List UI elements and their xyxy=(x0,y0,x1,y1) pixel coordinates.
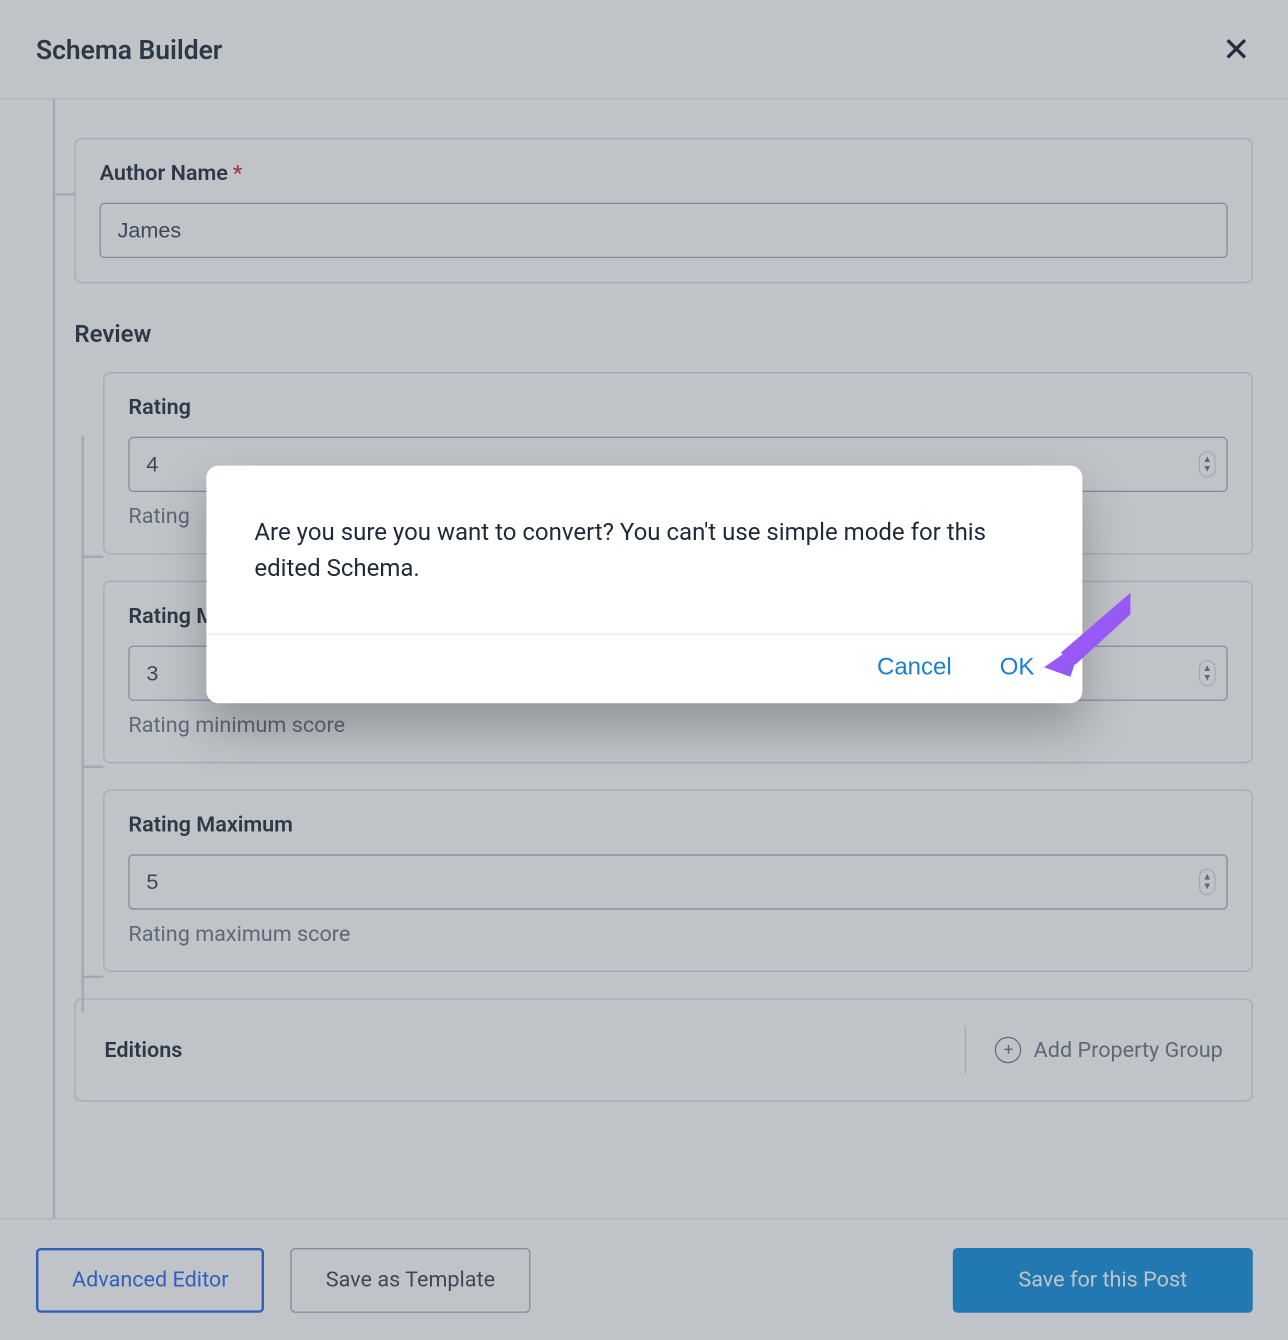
modal-message: Are you sure you want to convert? You ca… xyxy=(206,466,1082,634)
schema-builder-page: Schema Builder ✕ Author Name* Review Rat… xyxy=(0,0,1288,1340)
modal-overlay: Are you sure you want to convert? You ca… xyxy=(0,0,1288,1340)
confirm-modal: Are you sure you want to convert? You ca… xyxy=(206,466,1082,704)
cancel-button[interactable]: Cancel xyxy=(877,654,952,682)
ok-button[interactable]: OK xyxy=(1000,654,1035,682)
modal-footer: Cancel OK xyxy=(206,634,1082,704)
